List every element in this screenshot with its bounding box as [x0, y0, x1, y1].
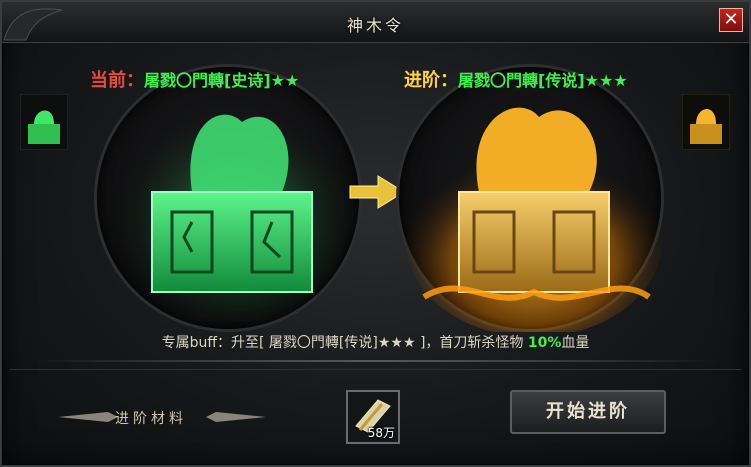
current-label: 当前：	[90, 70, 144, 91]
current-seal-name: 屠戮〇門轉[史诗]★★	[144, 71, 300, 90]
material-count: 58万	[367, 426, 395, 440]
buff-suffix: 血量	[561, 335, 590, 351]
next-header: 进阶：屠戮〇門轉[传说]★★★	[404, 66, 628, 92]
current-header: 当前：屠戮〇門轉[史诗]★★	[90, 66, 299, 92]
title-bar: 神木令 ✕	[2, 2, 749, 43]
wing-ornament-right-icon	[206, 412, 266, 422]
section-divider	[32, 360, 719, 362]
close-icon: ✕	[723, 9, 739, 30]
close-button[interactable]: ✕	[719, 8, 743, 32]
next-seal-name: 屠戮〇門轉[传说]★★★	[458, 71, 628, 90]
next-seal-panel: 进阶：屠戮〇門轉[传说]★★★	[374, 42, 704, 332]
golden-seal-icon	[406, 107, 662, 332]
next-label: 进阶：	[404, 70, 458, 91]
buff-target: 屠戮〇門轉[传说]★★★	[268, 335, 416, 351]
exclusive-buff-text: 专属buff：升至[ 屠戮〇門轉[传说]★★★ ]，首刀斩杀怪物 10%血量	[2, 332, 749, 352]
materials-label: 进阶材料	[115, 411, 187, 427]
material-item-slot[interactable]: 58万	[346, 390, 400, 444]
buff-prefix: 专属buff：升至[	[161, 335, 265, 351]
advance-dialog: 神木令 ✕ 当前：屠戮〇門轉[史诗]★★ 进阶：屠戮〇門轉[传说]★★★ 专属b…	[0, 0, 751, 467]
materials-section: 进阶材料 58万 开始进阶	[10, 369, 741, 462]
wing-ornament-left-icon	[58, 412, 118, 422]
jade-seal-icon	[117, 112, 357, 322]
window-title: 神木令	[346, 16, 404, 35]
buff-percent: 10%	[527, 335, 562, 351]
buff-middle: ]，首刀斩杀怪物	[419, 335, 524, 351]
start-advance-button[interactable]: 开始进阶	[510, 390, 666, 434]
jade-seal-thumbnail-icon[interactable]	[20, 94, 68, 150]
